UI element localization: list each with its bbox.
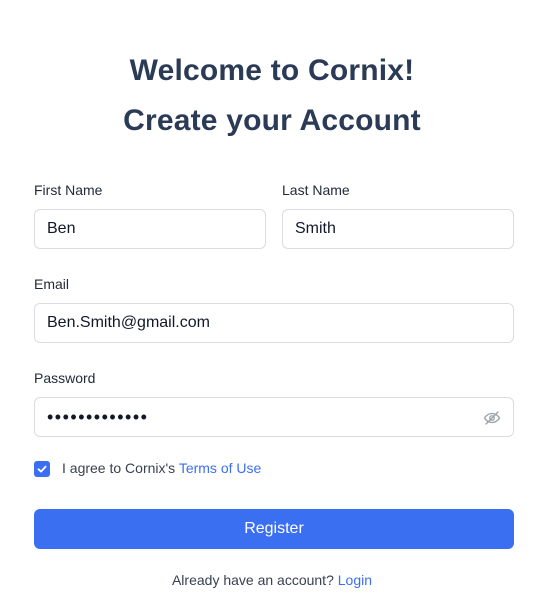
register-button[interactable]: Register xyxy=(34,509,514,549)
terms-prefix: I agree to Cornix's xyxy=(62,460,176,476)
last-name-value: Smith xyxy=(295,220,336,237)
password-label: Password xyxy=(34,370,96,386)
last-name-field[interactable]: Smith xyxy=(282,209,514,249)
login-link[interactable]: Login xyxy=(338,572,372,588)
email-value: Ben.Smith@gmail.com xyxy=(47,314,210,331)
page-title: Create your Account xyxy=(123,104,421,137)
terms-of-use-link[interactable]: Terms of Use xyxy=(179,460,261,476)
last-name-label: Last Name xyxy=(282,182,350,198)
register-page: Welcome to Cornix! Create your Account F… xyxy=(0,0,544,600)
first-name-value: Ben xyxy=(47,220,76,237)
terms-checkbox[interactable] xyxy=(34,461,50,477)
terms-text: I agree to Cornix's Terms of Use xyxy=(62,460,261,476)
login-prompt-text: Already have an account? xyxy=(171,572,334,588)
eye-off-icon[interactable] xyxy=(483,409,501,427)
login-prompt: Already have an account? Login xyxy=(0,572,544,588)
welcome-heading: Welcome to Cornix! xyxy=(129,54,415,87)
password-field[interactable]: ••••••••••••• xyxy=(34,397,514,437)
password-value: ••••••••••••• xyxy=(47,407,149,427)
email-label: Email xyxy=(34,276,70,292)
email-field[interactable]: Ben.Smith@gmail.com xyxy=(34,303,514,343)
first-name-label: First Name xyxy=(34,182,103,198)
checkmark-icon xyxy=(37,465,47,473)
first-name-field[interactable]: Ben xyxy=(34,209,266,249)
